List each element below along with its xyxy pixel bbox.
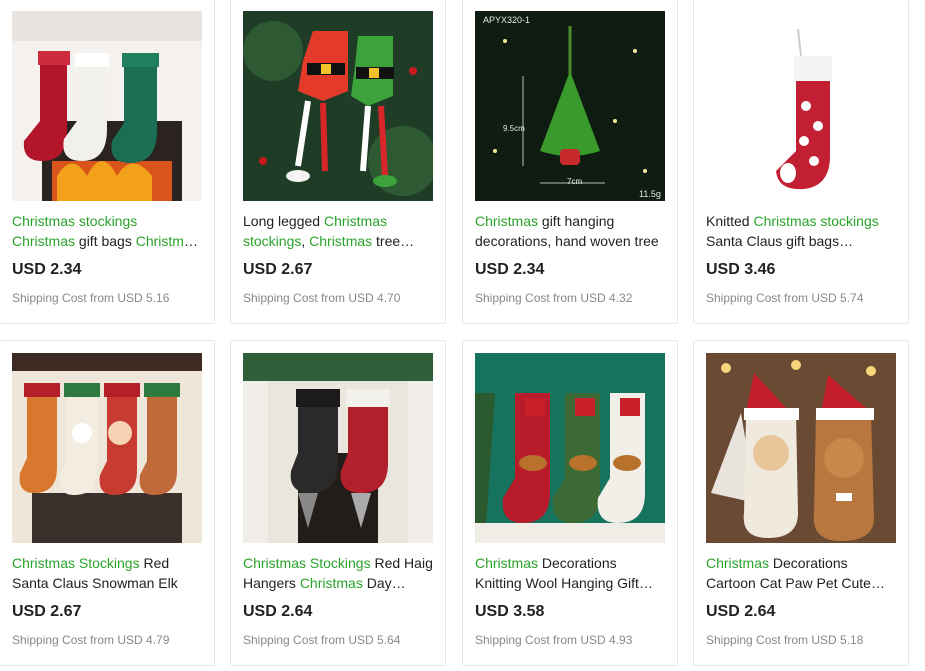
product-card[interactable]: Christmas Stockings Red Haig Hangers Chr… [230, 340, 446, 666]
product-grid: Christmas stockings Christmas gift bags … [0, 0, 925, 671]
product-card[interactable]: Christmas Decorations Cartoon Cat Paw Pe… [693, 340, 909, 666]
shipping-cost: Shipping Cost from USD 4.70 [243, 291, 401, 305]
product-image[interactable] [706, 11, 896, 201]
product-card[interactable]: Christmas Stockings Red Santa Claus Snow… [0, 340, 215, 666]
product-price: USD 2.34 [12, 261, 82, 278]
image-height-label: 9.5cm [503, 124, 525, 133]
product-image[interactable] [475, 353, 665, 543]
image-weight-label: 11.5g [639, 189, 661, 199]
product-title[interactable]: Long legged Christmas stockings, Christm… [243, 211, 435, 253]
shipping-cost: Shipping Cost from USD 4.32 [475, 291, 633, 305]
product-title[interactable]: Christmas Stockings Red Santa Claus Snow… [12, 553, 204, 595]
title-keyword: Christmas Stockings [243, 555, 371, 571]
product-image[interactable] [475, 11, 665, 201]
shipping-cost: Shipping Cost from USD 5.16 [12, 291, 170, 305]
title-text: Knitted [706, 213, 754, 229]
product-title[interactable]: Christmas Decorations Knitting Wool Hang… [475, 553, 667, 595]
image-code-label: APYX320-1 [483, 15, 531, 25]
title-keyword: Christmas [12, 233, 76, 249]
product-price: USD 2.67 [12, 603, 82, 620]
product-title[interactable]: Christmas stockings Christmas gift bags … [12, 211, 204, 253]
title-keyword: Christmas [299, 575, 363, 591]
product-image[interactable] [243, 11, 433, 201]
product-image[interactable] [12, 11, 202, 201]
product-price: USD 2.64 [706, 603, 776, 620]
product-price: USD 2.34 [475, 261, 545, 278]
product-image[interactable] [12, 353, 202, 543]
shipping-cost: Shipping Cost from USD 4.93 [475, 633, 633, 647]
image-width-label: 7cm [567, 177, 583, 186]
title-keyword: Christmas [309, 233, 373, 249]
title-keyword: Christmas Stockings [12, 555, 140, 571]
product-price: USD 3.58 [475, 603, 545, 620]
title-text: Santa Claus gift bags decorations [706, 233, 840, 249]
product-image[interactable] [706, 353, 896, 543]
product-price: USD 2.67 [243, 261, 313, 278]
product-card[interactable]: Christmas stockings Christmas gift bags … [0, 0, 215, 324]
shipping-cost: Shipping Cost from USD 5.18 [706, 633, 864, 647]
shipping-cost: Shipping Cost from USD 4.79 [12, 633, 170, 647]
title-keyword: Christmas stockings [753, 213, 879, 229]
title-keyword: Christmas [135, 233, 199, 249]
product-title[interactable]: Knitted Christmas stockings Santa Claus … [706, 211, 898, 253]
title-text: , [301, 233, 310, 249]
product-card[interactable]: Knitted Christmas stockings Santa Claus … [693, 0, 909, 324]
title-text: Long legged [243, 213, 324, 229]
product-card[interactable]: Christmas Decorations Knitting Wool Hang… [462, 340, 678, 666]
product-card[interactable]: APYX320-1 9.5cm 7cm 11.5g Christmas gift… [462, 0, 678, 324]
product-price: USD 2.64 [243, 603, 313, 620]
product-card[interactable]: Long legged Christmas stockings, Christm… [230, 0, 446, 324]
title-keyword: Christmas [475, 555, 539, 571]
product-image[interactable] [243, 353, 433, 543]
shipping-cost: Shipping Cost from USD 5.64 [243, 633, 401, 647]
title-keyword: Christmas [475, 213, 539, 229]
title-keyword: Christmas stockings [12, 213, 138, 229]
title-keyword: Christmas [706, 555, 770, 571]
product-title[interactable]: Christmas Decorations Cartoon Cat Paw Pe… [706, 553, 898, 595]
product-price: USD 3.46 [706, 261, 776, 278]
product-title[interactable]: Christmas Stockings Red Haig Hangers Chr… [243, 553, 435, 595]
title-text: gift bags [75, 233, 136, 249]
shipping-cost: Shipping Cost from USD 5.74 [706, 291, 864, 305]
product-title[interactable]: Christmas gift hanging decorations, hand… [475, 211, 667, 253]
